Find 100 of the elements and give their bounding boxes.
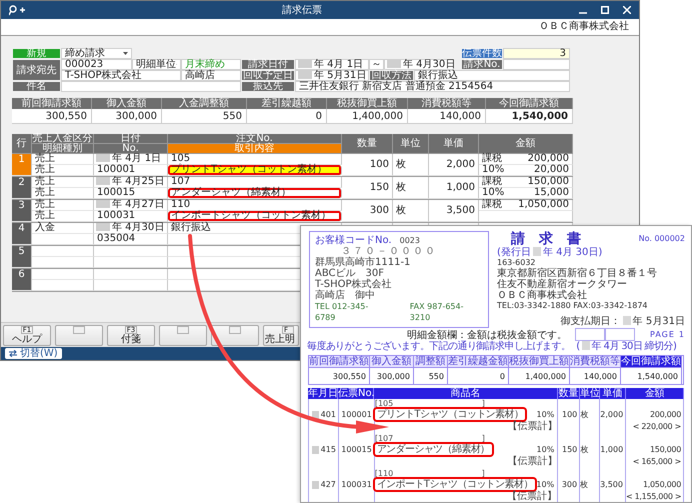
table-cell: 1,400,000 bbox=[509, 367, 570, 384]
table-cell: 10% bbox=[482, 165, 504, 175]
column-header: 日付 bbox=[94, 134, 168, 144]
empty-cell bbox=[32, 269, 94, 280]
table-cell: インポートシャツ（コットン素材） bbox=[168, 211, 342, 222]
field-label: 振込先 bbox=[241, 81, 295, 92]
date-cell: 年 4月 1日 bbox=[94, 154, 168, 165]
switch-button[interactable]: 切替(W) bbox=[5, 348, 62, 359]
table-cell: 140,000 bbox=[408, 109, 486, 124]
table-cell: アンダーシャツ（綿素材） bbox=[168, 188, 342, 199]
table-cell: 課税 bbox=[482, 154, 502, 164]
table-cell: 3,500 bbox=[600, 469, 626, 502]
table-cell: 1,000 bbox=[600, 434, 626, 469]
table-cell-text: < 220,000 > bbox=[632, 421, 681, 432]
table-cell: 枚 bbox=[393, 200, 429, 222]
table-cell: 100015 bbox=[338, 434, 375, 469]
branch-field[interactable]: 高崎店 bbox=[181, 70, 241, 81]
column-header: 消費税額等 bbox=[570, 356, 621, 367]
fax-number: FAX 987-654-3210 bbox=[410, 301, 464, 323]
table-cell: 0 bbox=[448, 367, 509, 384]
function-key[interactable] bbox=[211, 325, 259, 346]
row-number[interactable]: 3 bbox=[12, 200, 32, 222]
table-cell: 300,000 bbox=[92, 109, 162, 124]
row-number[interactable]: 4 bbox=[12, 223, 32, 245]
table-cell: 売上 bbox=[32, 165, 94, 176]
invoice-number-field[interactable] bbox=[503, 59, 570, 70]
search-plus-icon[interactable] bbox=[9, 4, 25, 16]
date-cell: 401 bbox=[309, 399, 339, 434]
function-key[interactable] bbox=[159, 325, 207, 346]
table-cell: 1,540,000 bbox=[486, 109, 573, 124]
table-cell: 150 bbox=[558, 434, 580, 469]
table-cell-text: < 165,000 > bbox=[632, 456, 681, 467]
recipient-line: 高崎店 御中 bbox=[315, 290, 376, 301]
greeting-text: 毎度ありがとうございます。下記の通り御請求申し上げます。 bbox=[307, 341, 570, 352]
table-cell: 課税 bbox=[482, 177, 502, 187]
column-header: 単位 bbox=[580, 388, 600, 399]
product-name: プリントTシャツ（コットン素材） bbox=[374, 409, 526, 420]
table-cell: 300 bbox=[558, 469, 580, 502]
table-cell: 300,000 bbox=[370, 367, 414, 384]
table-cell: プリントTシャツ（コットン素材） bbox=[168, 165, 342, 176]
table-cell-text: 10% bbox=[536, 409, 556, 420]
account-field[interactable]: 三井住友銀行 新宿支店 普通預金 2154564 bbox=[295, 81, 570, 92]
date-field[interactable]: 年 5月31日 bbox=[295, 70, 369, 81]
customer-name-field[interactable]: T-SHOP株式会社 bbox=[61, 70, 181, 81]
table-cell: 3,500 bbox=[429, 200, 479, 222]
maximize-icon[interactable] bbox=[601, 6, 609, 14]
column-header: 単価 bbox=[600, 388, 626, 399]
close-icon[interactable] bbox=[623, 6, 631, 14]
window-title: 請求伝票 bbox=[281, 4, 323, 17]
row-number[interactable]: 2 bbox=[12, 177, 32, 199]
table-cell: [107 bbox=[374, 434, 394, 443]
address-line: ABCビル 30F bbox=[315, 268, 384, 279]
date-cell: 年 4月27日 bbox=[94, 200, 168, 211]
document-title: 請 求 書 bbox=[510, 234, 581, 244]
table-cell: 2,000 bbox=[600, 399, 626, 434]
dropdown[interactable]: 締め請求 bbox=[61, 48, 132, 59]
date-field[interactable]: 年 4月 1日 bbox=[295, 59, 369, 70]
column-header: 差引繰越額 bbox=[247, 98, 327, 109]
date-cell: 427 bbox=[309, 469, 339, 502]
table-cell: 100 bbox=[558, 399, 580, 434]
table-cell: 035004 bbox=[94, 234, 168, 245]
subject-field[interactable] bbox=[61, 81, 241, 92]
table-cell: 140,000 bbox=[570, 367, 621, 384]
column-header: 数量 bbox=[558, 388, 580, 399]
table-cell: 0 bbox=[247, 109, 327, 124]
page-label: PAGE bbox=[650, 330, 675, 339]
table-cell: 20,000 bbox=[534, 165, 569, 175]
column-header: 年月日 bbox=[308, 388, 338, 399]
table-cell: 550 bbox=[414, 367, 448, 384]
empty-cell bbox=[32, 280, 94, 291]
table-cell-text: 【伝票計】 bbox=[506, 491, 558, 502]
column-header: 前回御請求額 bbox=[309, 356, 370, 367]
code-label: お客様コードNo. bbox=[315, 235, 392, 246]
table-cell-text: 200,000 bbox=[649, 409, 681, 421]
row-number[interactable]: 5 bbox=[12, 246, 32, 268]
note-text: 明細金額欄：金額は税抜金額です。 bbox=[406, 328, 568, 340]
table-cell: 1,050,000 bbox=[518, 200, 569, 210]
table-cell: 100031 bbox=[94, 211, 168, 222]
row-number[interactable]: 6 bbox=[12, 269, 32, 291]
postal-code: 163-6032 bbox=[497, 258, 537, 268]
postal-code: ３７０－００００ bbox=[340, 246, 438, 257]
empty-cell bbox=[32, 246, 94, 257]
table-cell: 150,000 bbox=[528, 177, 569, 187]
column-header: 商品名 bbox=[374, 388, 558, 399]
table-cell: 枚 bbox=[393, 154, 429, 176]
range-sign: ～ bbox=[369, 59, 384, 70]
date-cell: 年 4月30日 bbox=[94, 223, 168, 234]
table-cell-text: 10% bbox=[536, 444, 556, 456]
method-field[interactable]: 銀行振込 bbox=[414, 70, 570, 81]
column-header: 今回御請求額 bbox=[486, 98, 573, 109]
function-key[interactable] bbox=[55, 325, 103, 346]
date-field[interactable]: 年 4月30日 bbox=[384, 59, 454, 70]
table-cell: ] bbox=[482, 399, 485, 408]
recipient-line: T-SHOP株式会社 bbox=[315, 279, 393, 290]
column-header: 売上入金区分 bbox=[32, 134, 94, 144]
column-header: 御入金額 bbox=[92, 98, 162, 109]
table-cell: 課税 bbox=[482, 200, 502, 210]
dropdown[interactable]: 明細単位 bbox=[132, 59, 181, 70]
customer-code-field[interactable]: 000023 bbox=[61, 59, 132, 70]
column-header: 消費税額等 bbox=[408, 98, 486, 109]
